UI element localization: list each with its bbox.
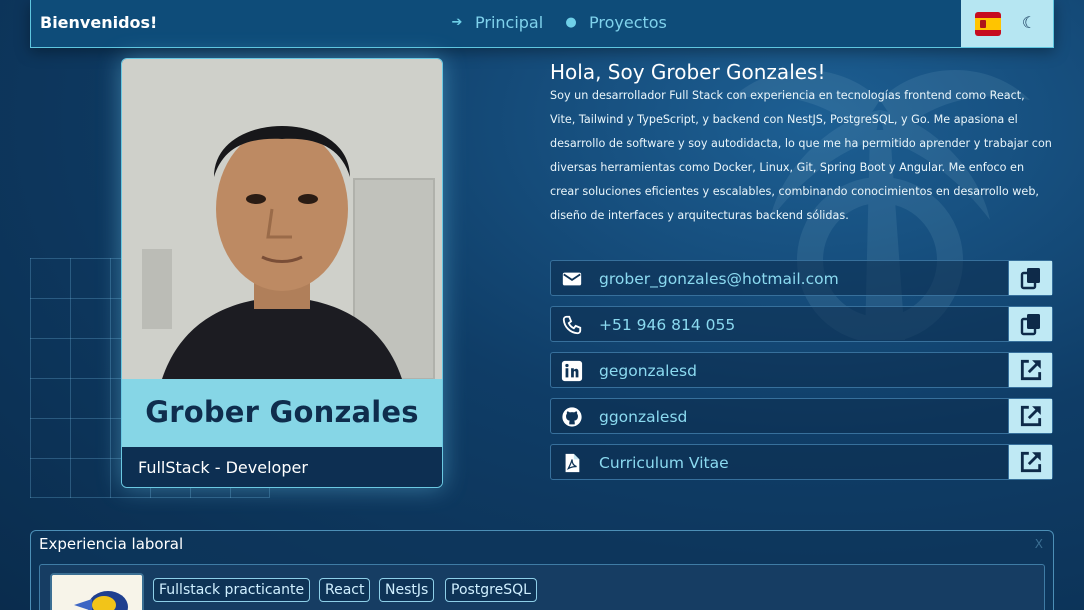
profile-photo (122, 59, 442, 379)
nav-link-principal[interactable]: ➔ Principal (449, 13, 544, 32)
profile-card: Grober Gonzales FullStack - Developer (121, 58, 443, 488)
spain-flag-icon[interactable] (975, 12, 1001, 36)
contact-github: ggonzalesd (550, 398, 1053, 434)
copy-email-button[interactable] (1008, 261, 1052, 295)
github-icon (562, 407, 582, 427)
profile-role: FullStack - Developer (138, 458, 308, 477)
copy-phone-button[interactable] (1008, 307, 1052, 341)
role-band: FullStack - Developer (122, 447, 442, 487)
nav-link-proyectos-label: Proyectos (589, 13, 667, 32)
tag-postgresql: PostgreSQL (445, 578, 537, 602)
tag-react: React (319, 578, 371, 602)
close-icon[interactable]: X (1035, 537, 1043, 551)
welcome-text: Bienvenidos! (40, 13, 158, 32)
phone-icon (562, 315, 582, 335)
contact-cv-text[interactable]: Curriculum Vitae (599, 454, 729, 472)
open-cv-button[interactable] (1008, 445, 1052, 479)
contact-linkedin-text[interactable]: gegonzalesd (599, 362, 697, 380)
external-link-icon (1020, 359, 1041, 381)
top-nav: Bienvenidos! ➔ Principal ● Proyectos ☾ (30, 0, 1054, 48)
contact-phone: +51 946 814 055 (550, 306, 1053, 342)
about-title: Hola, Soy Grober Gonzales! (550, 60, 826, 84)
contact-github-text[interactable]: ggonzalesd (599, 408, 687, 426)
pdf-icon (565, 453, 580, 473)
tag-fullstack-practicante: Fullstack practicante (153, 578, 311, 602)
moon-icon[interactable]: ☾ (1019, 13, 1039, 33)
about-body: Soy un desarrollador Full Stack con expe… (550, 89, 1052, 222)
experience-section: Experiencia laboral X Fullstack practica… (30, 530, 1054, 610)
contact-cv: Curriculum Vitae (550, 444, 1053, 480)
dot-icon: ● (565, 15, 577, 30)
nav-controls: ☾ (961, 0, 1053, 47)
experience-title: Experiencia laboral (39, 535, 184, 553)
mail-icon (562, 272, 582, 286)
company-logo (50, 573, 144, 610)
contact-email-text[interactable]: grober_gonzales@hotmail.com (599, 270, 839, 288)
open-github-button[interactable] (1008, 399, 1052, 433)
contact-email: grober_gonzales@hotmail.com (550, 260, 1053, 296)
nav-link-proyectos[interactable]: ● Proyectos (563, 13, 667, 32)
experience-item[interactable]: Fullstack practicante React NestJs Postg… (39, 564, 1045, 610)
linkedin-icon (561, 360, 583, 382)
open-linkedin-button[interactable] (1008, 353, 1052, 387)
tag-nestjs: NestJs (379, 578, 435, 602)
nav-link-principal-label: Principal (475, 13, 544, 32)
external-link-icon (1020, 451, 1041, 473)
arrow-right-icon: ➔ (451, 15, 463, 30)
contact-phone-text[interactable]: +51 946 814 055 (599, 316, 735, 334)
copy-icon (1020, 268, 1040, 290)
contact-linkedin: gegonzalesd (550, 352, 1053, 388)
copy-icon (1020, 314, 1040, 336)
name-band: Grober Gonzales (122, 379, 442, 447)
external-link-icon (1020, 405, 1041, 427)
profile-name: Grober Gonzales (145, 395, 419, 429)
